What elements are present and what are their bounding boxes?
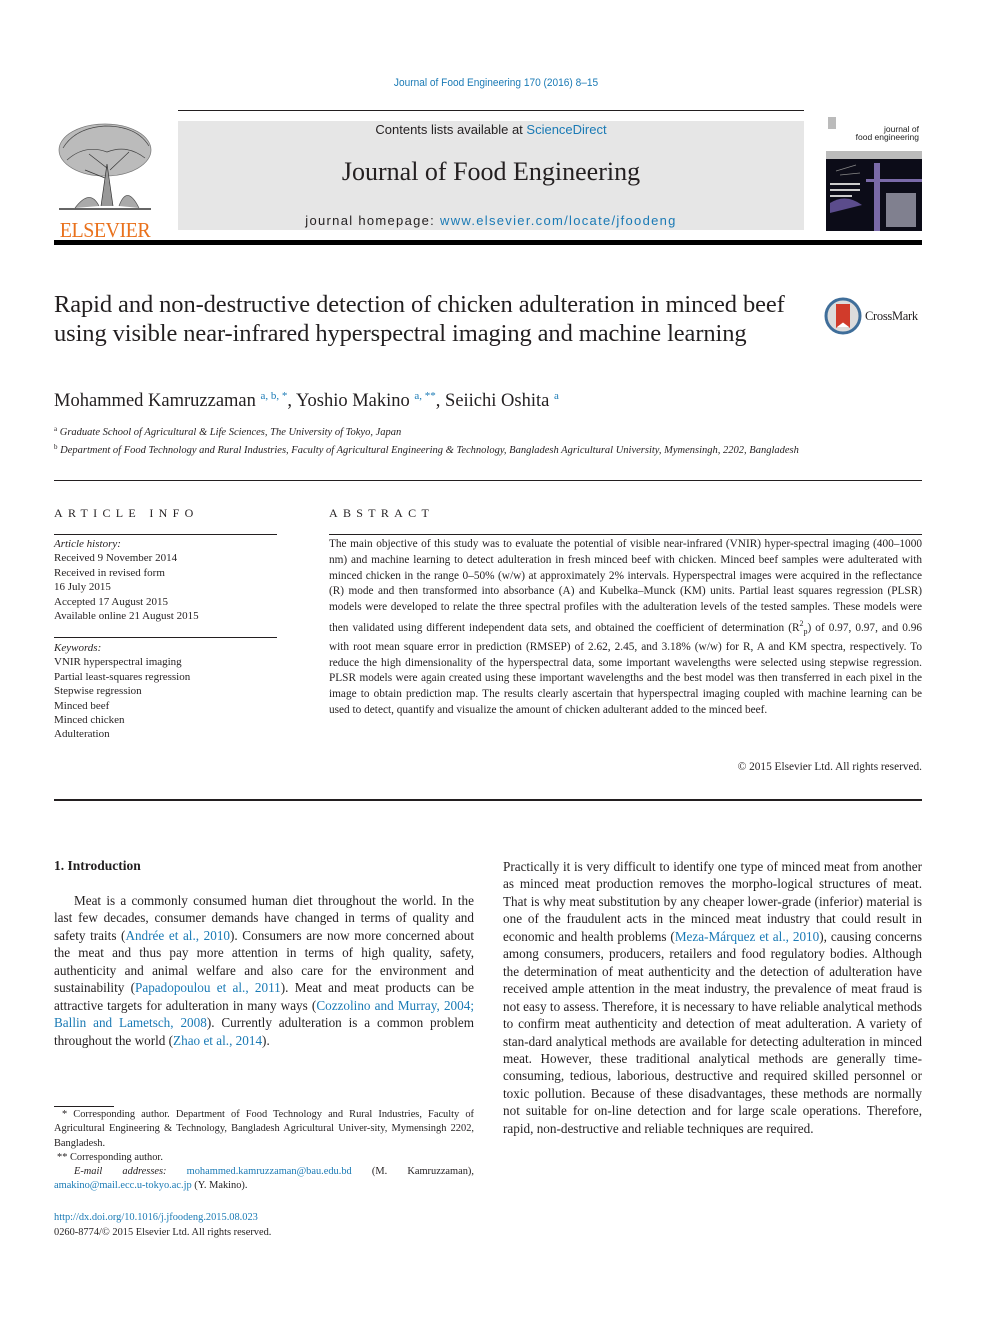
footnote-emails: E-mail addresses: mohammed.kamruzzaman@b…: [54, 1165, 474, 1194]
affiliations: a Graduate School of Agricultural & Life…: [54, 422, 814, 458]
affiliation-text: Graduate School of Agricultural & Life S…: [59, 427, 402, 438]
author-list: Mohammed Kamruzzaman a, b, *, Yoshio Mak…: [54, 390, 559, 412]
article-info-rule: [54, 534, 277, 535]
citation-link[interactable]: Andrée et al., 2010: [125, 928, 230, 943]
footnote-corresponding-author-2: ** Corresponding author.: [57, 1151, 163, 1163]
journal-citation-link[interactable]: Journal of Food Engineering 170 (2016) 8…: [394, 77, 598, 89]
elsevier-logo[interactable]: ELSEVIER: [52, 118, 158, 242]
masthead-banner: Contents lists available at ScienceDirec…: [178, 121, 804, 230]
history-item: Received in revised form: [54, 566, 165, 579]
body-paragraph: Meat is a commonly consumed human diet t…: [54, 892, 474, 1049]
cover-title-line2: food engineering: [856, 132, 920, 142]
footnote-rule: [54, 1106, 114, 1107]
contents-line: Contents lists available at ScienceDirec…: [178, 122, 804, 137]
affiliation-key: b: [54, 443, 58, 451]
elsevier-tree-icon: [58, 123, 152, 210]
keywords-label: Keywords:: [54, 642, 102, 654]
homepage-prefix: journal homepage:: [305, 213, 440, 228]
keyword-item: Minced beef: [54, 699, 110, 712]
issn-copyright: 0260-8774/© 2015 Elsevier Ltd. All right…: [54, 1227, 272, 1238]
body-right-column: Practically it is very difficult to iden…: [503, 858, 922, 1137]
citation-link[interactable]: Zhao et al., 2014: [173, 1033, 262, 1048]
footnotes: * Corresponding author. Department of Fo…: [54, 1108, 474, 1194]
affiliation-text: Department of Food Technology and Rural …: [60, 445, 799, 456]
abstract-rule: [329, 534, 922, 535]
history-item: Accepted 17 August 2015: [54, 595, 168, 608]
abstract-text-part: ) of 0.97, 0.97, and 0.96 with root mean…: [329, 621, 923, 716]
paragraph-text: ).: [262, 1032, 270, 1048]
article-history: Article history: Received 9 November 201…: [54, 537, 294, 623]
affiliation-item: b Department of Food Technology and Rura…: [54, 440, 814, 458]
masthead-top-rule: [178, 110, 804, 111]
keyword-item: Minced chicken: [54, 714, 125, 727]
journal-title: Journal of Food Engineering: [341, 157, 641, 186]
homepage-line: journal homepage: www.elsevier.com/locat…: [178, 213, 804, 228]
sciencedirect-link[interactable]: ScienceDirect: [526, 122, 606, 137]
author-affiliation-marker[interactable]: a, **: [414, 390, 435, 402]
keyword-item: Stepwise regression: [54, 685, 142, 698]
doi-block: http://dx.doi.org/10.1016/j.jfoodeng.201…: [54, 1210, 271, 1240]
citation-link[interactable]: Papadopoulou et al., 2011: [135, 980, 281, 995]
body-left-column: Meat is a commonly consumed human diet t…: [54, 892, 474, 1049]
abstract-text-part: The main objective of this study was to …: [329, 538, 922, 634]
keywords: Keywords: VNIR hyperspectral imaging Par…: [54, 641, 294, 742]
abstract-text: The main objective of this study was to …: [329, 537, 922, 719]
abstract-copyright: © 2015 Elsevier Ltd. All rights reserved…: [737, 761, 922, 773]
email-link[interactable]: mohammed.kamruzzaman@bau.edu.bd: [187, 1166, 352, 1177]
author-name: Mohammed Kamruzzaman: [54, 391, 256, 411]
author-affiliation-marker[interactable]: a: [554, 390, 559, 402]
affiliation-item: a Graduate School of Agricultural & Life…: [54, 422, 814, 440]
article-info-heading: ARTICLE INFO: [54, 506, 199, 520]
crossmark-label: CrossMark: [865, 308, 918, 323]
footnote-corresponding-author-1: * Corresponding author. Department of Fo…: [54, 1109, 474, 1149]
author-name: Yoshio Makino: [295, 391, 410, 411]
front-matter-rule: [54, 480, 922, 481]
author-separator: ,: [435, 391, 446, 411]
doi-link[interactable]: http://dx.doi.org/10.1016/j.jfoodeng.201…: [54, 1212, 258, 1223]
article-history-label: Article history:: [54, 538, 121, 550]
section-heading-introduction: 1. Introduction: [54, 858, 141, 873]
author[interactable]: Mohammed Kamruzzaman a, b, *,: [54, 390, 296, 411]
author-name: Seiichi Oshita: [445, 391, 550, 411]
author[interactable]: Seiichi Oshita a: [445, 390, 559, 411]
author[interactable]: Yoshio Makino a, **,: [295, 390, 446, 411]
keyword-item: Adulteration: [54, 728, 110, 741]
affiliation-key: a: [54, 425, 58, 433]
email-label: E-mail addresses:: [74, 1166, 187, 1178]
journal-cover-image: journal of food engineering: [826, 113, 922, 231]
keyword-item: Partial least-squares regression: [54, 670, 191, 683]
keywords-rule: [54, 637, 277, 638]
author-affiliation-marker[interactable]: a, b, *: [261, 390, 288, 402]
homepage-link[interactable]: www.elsevier.com/locate/jfoodeng: [440, 213, 677, 228]
front-matter-bottom-rule: [54, 799, 922, 801]
journal-cover-thumbnail[interactable]: journal of food engineering: [826, 113, 922, 231]
contents-prefix: Contents lists available at: [375, 122, 527, 137]
history-item: 16 July 2015: [54, 581, 111, 594]
article-title: Rapid and non-destructive detection of c…: [54, 291, 785, 347]
email-link[interactable]: amakino@mail.ecc.u-tokyo.ac.jp: [54, 1180, 192, 1191]
email-owner: (Y. Makino).: [191, 1180, 248, 1192]
citation-link[interactable]: Meza-Márquez et al., 2010: [675, 929, 819, 944]
running-header[interactable]: Journal of Food Engineering 170 (2016) 8…: [40, 77, 953, 89]
keyword-item: VNIR hyperspectral imaging: [54, 656, 182, 669]
masthead-bottom-rule: [54, 240, 922, 245]
email-owner: (M. Kamruzzaman),: [351, 1166, 474, 1178]
history-item: Received 9 November 2014: [54, 552, 178, 565]
crossmark-icon: [824, 297, 862, 335]
crossmark-button[interactable]: CrossMark: [824, 296, 934, 336]
paragraph-text: ), causing concerns among consumers, pro…: [503, 928, 922, 1136]
abstract-heading: ABSTRACT: [329, 506, 435, 520]
author-separator: ,: [287, 391, 296, 411]
history-item: Available online 21 August 2015: [54, 610, 199, 623]
body-paragraph: Practically it is very difficult to iden…: [503, 858, 922, 1137]
